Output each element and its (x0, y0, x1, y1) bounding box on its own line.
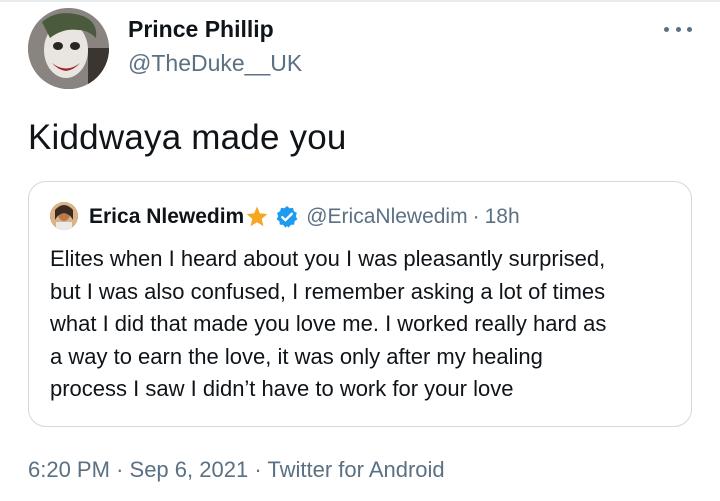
more-dot (664, 26, 669, 32)
separator-dot: · (254, 457, 262, 482)
quoted-tweet-card[interactable]: Erica Nlewedim @EricaNlewedim · 18h Elit… (28, 181, 692, 427)
more-dot (675, 26, 681, 32)
top-divider (0, 0, 720, 2)
separator-dot: · (472, 205, 480, 228)
quoted-text-line: what I did that made you love me. I work… (50, 311, 607, 336)
tweet-text: Kiddwaya made you (28, 118, 347, 157)
avatar-image (28, 8, 109, 89)
quoted-text-line: but I was also confused, I remember aski… (50, 278, 606, 304)
separator-dot: · (116, 457, 124, 482)
author-avatar[interactable] (28, 8, 109, 89)
quoted-author-handle[interactable]: @EricaNlewedim (306, 205, 467, 229)
tweet-date[interactable]: Sep 6, 2021 (130, 457, 249, 482)
quoted-avatar-image (50, 202, 78, 230)
more-options-icon[interactable] (664, 24, 692, 34)
quoted-tweet-time[interactable]: 18h (485, 205, 520, 229)
quoted-text-line: Elites when I heard about you I was plea… (50, 246, 606, 271)
tweet-time[interactable]: 6:20 PM (28, 457, 110, 482)
quoted-tweet-text: Elites when I heard about you I was plea… (50, 243, 680, 406)
quoted-tweet-header: Erica Nlewedim @EricaNlewedim · 18h (89, 202, 520, 232)
star-icon (245, 205, 269, 229)
verified-badge-icon (275, 205, 299, 229)
author-name[interactable]: Prince Phillip (128, 16, 274, 43)
quoted-text-line: a way to earn the love, it was only afte… (50, 343, 543, 369)
quoted-author-avatar[interactable] (50, 202, 78, 230)
more-dot (687, 26, 692, 32)
quoted-author-name[interactable]: Erica Nlewedim (89, 205, 244, 229)
author-handle[interactable]: @TheDuke__UK (128, 50, 302, 77)
quoted-text-line: process I saw I didn’t have to work for … (50, 376, 514, 401)
tweet-metadata: 6:20 PM · Sep 6, 2021 · Twitter for Andr… (28, 457, 445, 483)
tweet-source[interactable]: Twitter for Android (267, 457, 444, 482)
